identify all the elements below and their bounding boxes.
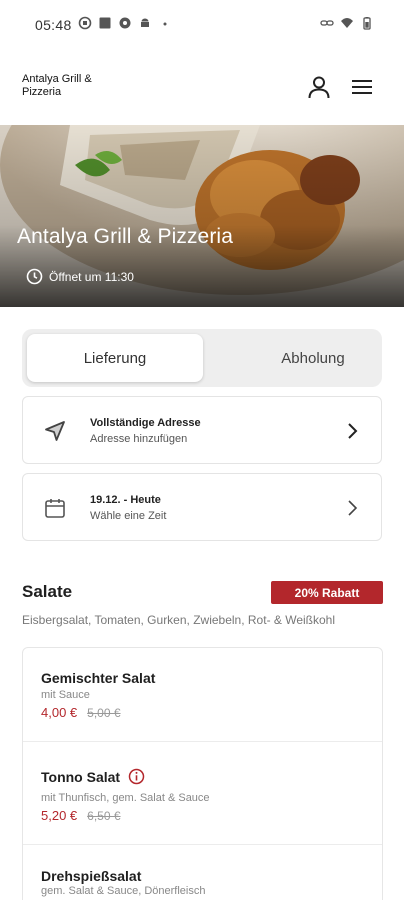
item-price: 4,00 € 5,00 € (41, 705, 121, 720)
app-header: Antalya Grill & Pizzeria (0, 50, 404, 125)
hero-banner: Antalya Grill & Pizzeria Öffnet um 11:30 (0, 125, 404, 307)
android-icon (141, 18, 149, 27)
opening-text: Öffnet um 11:30 (49, 269, 134, 284)
item-name: Drehspießsalat (41, 868, 141, 884)
item-description: mit Thunfisch, gem. Salat & Sauce (41, 792, 210, 804)
list-item[interactable]: Drehspießsalat gem. Salat & Sauce, Döner… (23, 845, 382, 900)
address-subtitle: Adresse hinzufügen (90, 433, 188, 445)
wifi-icon (341, 18, 353, 28)
discount-badge: 20% Rabatt (271, 581, 383, 604)
tab-pickup[interactable]: Abholung (225, 334, 401, 382)
item-description: mit Sauce (41, 689, 90, 701)
item-name-text: Drehspießsalat (41, 868, 142, 884)
item-old-price: 5,00 € (87, 706, 121, 720)
list-item[interactable]: Tonno Salat mit Thunfisch, gem. Salat & … (23, 742, 382, 845)
notification-icon (78, 16, 92, 30)
item-current-price: 4,00 € (41, 705, 78, 720)
item-name-text: Tonno Salat (41, 768, 121, 785)
clock-icon (26, 268, 43, 285)
chevron-right-icon (348, 423, 358, 439)
category-title: Salate (22, 582, 73, 601)
item-description: gem. Salat & Sauce, Dönerfleisch (41, 885, 206, 897)
list-item[interactable]: Gemischter Salat mit Sauce 4,00 € 5,00 € (23, 648, 382, 742)
info-circle-icon[interactable] (128, 768, 145, 785)
restaurant-title: Antalya Grill & Pizzeria (17, 225, 233, 248)
brand-name[interactable]: Antalya Grill & Pizzeria (22, 73, 132, 99)
battery-icon (363, 17, 371, 30)
location-arrow-icon (45, 421, 65, 441)
item-name: Gemischter Salat (41, 670, 155, 686)
address-title: Vollständige Adresse (90, 417, 201, 429)
order-mode-toggle: Lieferung Abholung (22, 329, 382, 387)
item-name: Tonno Salat (41, 768, 145, 785)
item-old-price: 6,50 € (87, 809, 121, 823)
status-system-icons (320, 16, 374, 30)
menu-item-list: Gemischter Salat mit Sauce 4,00 €5,00 € … (22, 647, 383, 900)
address-card[interactable]: Vollständige Adresse Adresse hinzufügen (22, 396, 382, 464)
tab-delivery[interactable]: Lieferung (27, 334, 203, 382)
calendar-icon (45, 499, 65, 518)
status-notification-icons (78, 16, 172, 30)
user-icon[interactable] (306, 74, 332, 100)
item-name-text: Gemischter Salat (41, 670, 156, 686)
item-price: 5,20 € 6,50 € (41, 808, 121, 823)
time-card[interactable]: 19.12. - Heute Wähle eine Zeit (22, 473, 382, 541)
link-icon (320, 20, 334, 26)
settings-icon (119, 17, 131, 29)
chevron-right-icon (348, 500, 358, 516)
time-subtitle: Wähle eine Zeit (90, 510, 167, 522)
category-description: Eisbergsalat, Tomaten, Gurken, Zwiebeln,… (22, 613, 336, 627)
item-current-price: 5,20 € (41, 808, 78, 823)
menu-icon[interactable] (349, 74, 375, 100)
status-bar: 05:48 (0, 0, 404, 50)
status-time: 05:48 (35, 17, 72, 33)
date-title: 19.12. - Heute (90, 494, 161, 506)
opening-status: Öffnet um 11:30 (26, 268, 134, 285)
square-app-icon (99, 17, 111, 29)
dot-icon (163, 22, 167, 26)
